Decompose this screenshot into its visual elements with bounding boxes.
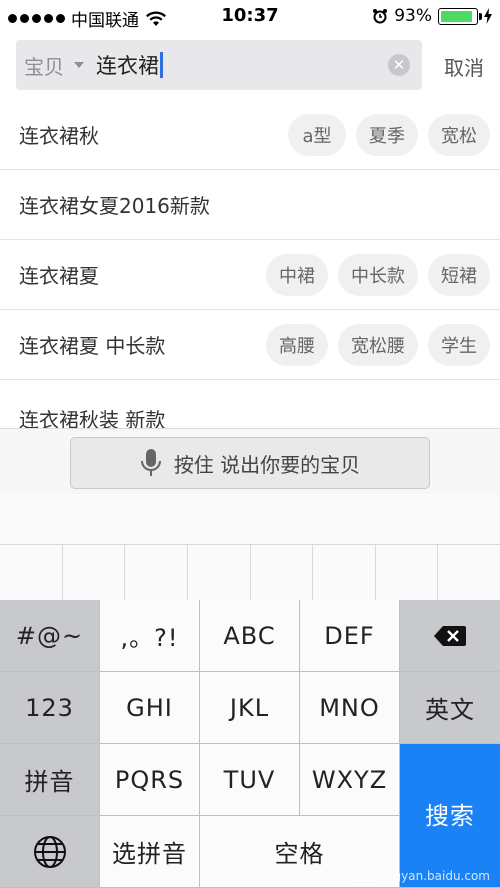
clear-search-button[interactable]: ✕ bbox=[388, 54, 410, 76]
battery-level bbox=[441, 10, 473, 22]
globe-key[interactable] bbox=[0, 816, 100, 888]
search-key-label: 搜索 bbox=[425, 802, 475, 830]
watermark: Baidu经验 jingyan.baidu.com bbox=[317, 869, 490, 883]
suggestion-text: 连衣裙女夏2016新款 bbox=[19, 194, 210, 218]
search-scope-dropdown[interactable]: 宝贝 bbox=[24, 51, 84, 80]
suggestion-tag[interactable]: 学生 bbox=[428, 323, 490, 366]
key-english[interactable]: 英文 bbox=[400, 672, 500, 744]
ime-candidate-row bbox=[0, 544, 500, 600]
search-scope-label: 宝贝 bbox=[24, 54, 64, 79]
suggestion-item[interactable]: 连衣裙女夏2016新款 bbox=[0, 170, 500, 240]
suggestion-tag[interactable]: 中裙 bbox=[266, 253, 328, 296]
suggestion-item[interactable]: 连衣裙夏 中长款 高腰 宽松腰 学生 bbox=[0, 310, 500, 380]
suggestion-item[interactable]: 连衣裙秋 a型 夏季 宽松 bbox=[0, 100, 500, 170]
status-right: 93% bbox=[372, 6, 492, 26]
key-ghi[interactable]: GHI bbox=[100, 672, 200, 744]
key-numbers[interactable]: 123 bbox=[0, 672, 100, 744]
caret-down-icon bbox=[74, 62, 84, 68]
suggestion-tags: a型 夏季 宽松 bbox=[288, 113, 490, 156]
key-punctuation[interactable]: ,。?! bbox=[100, 600, 200, 672]
suggestion-tags: 中裙 中长款 短裙 bbox=[266, 253, 490, 296]
suggestion-tag[interactable]: 宽松腰 bbox=[338, 323, 418, 366]
candidate-cell[interactable] bbox=[313, 545, 376, 600]
key-jkl[interactable]: JKL bbox=[200, 672, 300, 744]
globe-icon bbox=[33, 835, 66, 868]
suggestion-tag[interactable]: 中长款 bbox=[338, 253, 418, 296]
suggestion-item[interactable]: 连衣裙夏 中裙 中长款 短裙 bbox=[0, 240, 500, 310]
key-mno[interactable]: MNO bbox=[300, 672, 400, 744]
suggestion-list: 连衣裙秋 a型 夏季 宽松 连衣裙女夏2016新款 连衣裙夏 中裙 中长款 短裙… bbox=[0, 100, 500, 428]
key-pinyin[interactable]: 拼音 bbox=[0, 744, 100, 816]
hold-to-speak-button[interactable]: 按住 说出你要的宝贝 bbox=[70, 437, 430, 489]
cancel-button[interactable]: 取消 bbox=[444, 52, 484, 81]
candidate-cell[interactable] bbox=[376, 545, 439, 600]
key-pqrs[interactable]: PQRS bbox=[100, 744, 200, 816]
key-abc[interactable]: ABC bbox=[200, 600, 300, 672]
backspace-icon bbox=[434, 625, 466, 646]
microphone-icon bbox=[140, 449, 161, 476]
battery-icon bbox=[438, 7, 482, 25]
suggestion-text: 连衣裙秋装 新款 bbox=[19, 408, 166, 428]
status-bar: 中国联通 10:37 93% bbox=[0, 0, 500, 32]
suggestion-tag[interactable]: 宽松 bbox=[428, 113, 490, 156]
search-query-text: 连衣裙 bbox=[96, 54, 159, 78]
suggestion-tag[interactable]: 夏季 bbox=[356, 113, 418, 156]
key-tuv[interactable]: TUV bbox=[200, 744, 300, 816]
key-symbols[interactable]: #@~ bbox=[0, 600, 100, 672]
charging-bolt-icon bbox=[484, 8, 492, 24]
candidate-cell[interactable] bbox=[438, 545, 500, 600]
alarm-icon bbox=[373, 9, 388, 24]
key-def[interactable]: DEF bbox=[300, 600, 400, 672]
suggestion-tag[interactable]: 高腰 bbox=[266, 323, 328, 366]
candidate-cell[interactable] bbox=[0, 545, 63, 600]
candidate-cell[interactable] bbox=[125, 545, 188, 600]
search-query[interactable]: 连衣裙 bbox=[96, 50, 163, 80]
suggestion-item[interactable]: 连衣裙秋装 新款 bbox=[0, 380, 500, 428]
candidate-cell[interactable] bbox=[251, 545, 314, 600]
candidate-cell[interactable] bbox=[63, 545, 126, 600]
suggestion-tag[interactable]: a型 bbox=[288, 113, 346, 156]
search-input[interactable]: 宝贝 连衣裙 ✕ bbox=[16, 40, 422, 90]
search-bar: 宝贝 连衣裙 ✕ 取消 bbox=[0, 40, 500, 92]
keyboard: #@~ ,。?! ABC DEF 123 GHI JKL MNO 英文 拼音 P… bbox=[0, 600, 500, 888]
voice-input-bar: 按住 说出你要的宝贝 bbox=[0, 428, 500, 494]
battery-percent: 93% bbox=[394, 6, 432, 26]
delete-key[interactable] bbox=[400, 600, 500, 672]
key-wxyz[interactable]: WXYZ bbox=[300, 744, 400, 816]
ime-candidate-area bbox=[0, 494, 500, 600]
suggestion-tags: 高腰 宽松腰 学生 bbox=[266, 323, 490, 366]
text-cursor bbox=[160, 52, 163, 78]
suggestion-tag[interactable]: 短裙 bbox=[428, 253, 490, 296]
suggestion-text: 连衣裙夏 中长款 bbox=[19, 334, 166, 358]
suggestion-text: 连衣裙秋 bbox=[19, 124, 99, 148]
key-select-pinyin[interactable]: 选拼音 bbox=[100, 816, 200, 888]
hold-to-speak-label: 按住 说出你要的宝贝 bbox=[173, 452, 361, 477]
candidate-cell[interactable] bbox=[188, 545, 251, 600]
suggestion-text: 连衣裙夏 bbox=[19, 264, 99, 288]
